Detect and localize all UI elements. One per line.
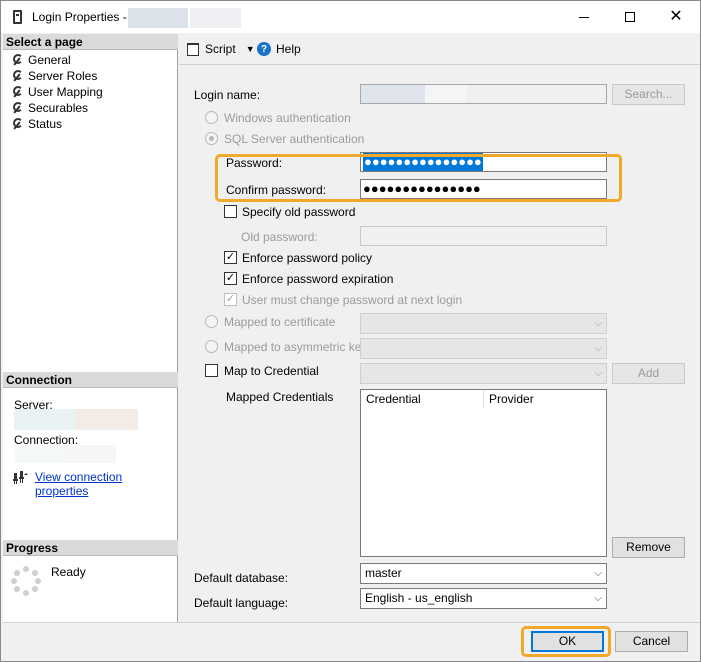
default-language-select[interactable]: English - us_english ⌵ (360, 588, 607, 609)
default-database-label: Default database: (194, 571, 289, 585)
must-change-password-checkbox[interactable]: ✓ (224, 293, 237, 306)
enforce-policy-label: Enforce password policy (242, 251, 373, 265)
connection-properties-icon (13, 471, 28, 484)
default-language-value: English - us_english (365, 591, 473, 605)
ok-button-highlight (521, 626, 611, 657)
default-database-select[interactable]: master ⌵ (360, 563, 607, 584)
minimize-icon (579, 16, 589, 18)
asymmetric-key-select[interactable]: ⌵ (360, 338, 607, 359)
close-button[interactable]: ✕ (653, 1, 699, 33)
chevron-down-icon: ⌵ (594, 343, 602, 354)
specify-old-password-checkbox[interactable] (224, 205, 237, 218)
wrench-icon (11, 118, 23, 130)
mapped-certificate-radio[interactable] (205, 315, 218, 328)
progress-status: Ready (51, 565, 86, 579)
map-to-credential-checkbox[interactable] (205, 364, 218, 377)
default-database-value: master (365, 566, 402, 580)
add-credential-button[interactable]: Add (612, 363, 685, 384)
cancel-button[interactable]: Cancel (615, 631, 688, 652)
column-header-credential[interactable]: Credential (361, 390, 484, 408)
enforce-expiration-label: Enforce password expiration (242, 272, 394, 286)
page-item-label: Securables (28, 101, 89, 115)
redacted-login-name-part (190, 8, 241, 28)
page-item-status[interactable]: Status (11, 116, 62, 132)
old-password-input[interactable] (360, 226, 607, 246)
toolbar-divider (179, 64, 700, 65)
login-properties-window: Login Properties - ✕ Select a page Gener… (0, 0, 701, 662)
left-pane: Select a page General Server Roles User … (3, 34, 178, 622)
view-connection-properties-link[interactable]: View connection properties (35, 470, 177, 498)
mapped-credentials-label: Mapped Credentials (226, 390, 334, 404)
app-icon (13, 10, 22, 24)
chevron-down-icon: ▼ (245, 44, 255, 54)
redacted-login-value (361, 85, 425, 103)
redacted-server-name-part (76, 409, 138, 430)
page-item-securables[interactable]: Securables (11, 100, 88, 116)
page-item-label: User Mapping (28, 85, 103, 99)
enforce-expiration-checkbox[interactable]: ✓ (224, 272, 237, 285)
maximize-button[interactable] (607, 1, 653, 33)
script-icon (187, 42, 199, 56)
footer-divider (3, 622, 700, 623)
toolbar: Script ▼ ? Help (179, 34, 700, 64)
page-item-label: General (28, 53, 71, 67)
mapped-asymmetric-key-label: Mapped to asymmetric key (224, 340, 368, 354)
wrench-icon (11, 102, 23, 114)
title-bar: Login Properties - ✕ (1, 1, 700, 33)
windows-auth-label: Windows authentication (224, 111, 351, 125)
redacted-login-value-part (425, 85, 467, 103)
must-change-password-label: User must change password at next login (242, 293, 463, 307)
redacted-connection-name-part (64, 445, 116, 463)
page-item-server-roles[interactable]: Server Roles (11, 68, 97, 84)
wrench-icon (11, 86, 23, 98)
chevron-down-icon: ⌵ (594, 568, 602, 579)
script-button[interactable]: Script ▼ (187, 42, 255, 56)
sql-auth-radio[interactable] (205, 132, 218, 145)
specify-old-password-label: Specify old password (242, 205, 356, 219)
page-item-label: Server Roles (28, 69, 98, 83)
chevron-down-icon: ⌵ (594, 593, 602, 604)
column-header-provider[interactable]: Provider (484, 390, 606, 408)
wrench-icon (11, 54, 23, 66)
login-name-input[interactable] (360, 84, 607, 104)
progress-spinner-icon (11, 566, 41, 596)
window-title: Login Properties - (32, 10, 127, 24)
windows-auth-radio[interactable] (205, 111, 218, 124)
old-password-label: Old password: (241, 230, 318, 244)
mapped-asymmetric-key-radio[interactable] (205, 340, 218, 353)
right-pane: Script ▼ ? Help Login name: Search... Wi… (179, 34, 700, 622)
help-button[interactable]: ? Help (257, 42, 301, 56)
help-icon: ? (257, 42, 271, 56)
credential-select[interactable]: ⌵ (360, 363, 607, 384)
remove-button[interactable]: Remove (612, 537, 685, 558)
password-highlight (215, 154, 622, 202)
chevron-down-icon: ⌵ (594, 318, 602, 329)
page-item-general[interactable]: General (11, 52, 71, 68)
default-language-label: Default language: (194, 596, 289, 610)
sql-auth-label: SQL Server authentication (224, 132, 365, 146)
page-item-user-mapping[interactable]: User Mapping (11, 84, 103, 100)
redacted-login-name (128, 8, 188, 28)
page-item-label: Status (28, 117, 63, 131)
enforce-policy-checkbox[interactable]: ✓ (224, 251, 237, 264)
certificate-select[interactable]: ⌵ (360, 313, 607, 334)
chevron-down-icon: ⌵ (594, 368, 602, 379)
connection-header: Connection (3, 372, 178, 388)
help-label: Help (276, 42, 301, 56)
minimize-button[interactable] (561, 1, 607, 33)
maximize-icon (625, 12, 635, 22)
redacted-connection-name (14, 445, 64, 463)
login-name-label: Login name: (194, 88, 261, 102)
wrench-icon (11, 70, 23, 82)
mapped-certificate-label: Mapped to certificate (224, 315, 336, 329)
search-button[interactable]: Search... (612, 84, 685, 105)
close-icon: ✕ (669, 8, 683, 25)
map-to-credential-label: Map to Credential (224, 364, 319, 378)
progress-header: Progress (3, 540, 178, 556)
mapped-credentials-table[interactable]: Credential Provider (360, 389, 607, 557)
select-page-header: Select a page (3, 34, 178, 50)
redacted-server-name (14, 409, 76, 430)
script-label: Script (205, 42, 236, 56)
